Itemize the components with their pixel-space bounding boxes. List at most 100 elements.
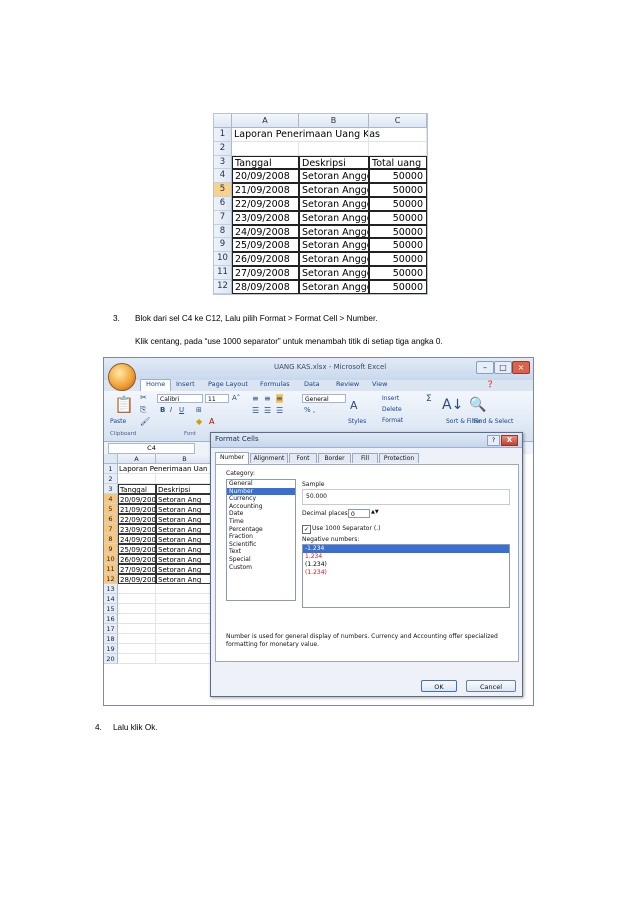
column-header-a[interactable]: A xyxy=(118,454,156,464)
table-cell[interactable]: 28/09/2008 xyxy=(232,279,299,294)
header-cell[interactable]: Tanggal xyxy=(232,155,299,170)
grid-cell-b[interactable] xyxy=(156,624,214,634)
category-item[interactable]: Number xyxy=(227,487,295,496)
ok-button[interactable]: OK xyxy=(421,680,457,692)
font-name-box[interactable]: Calibri xyxy=(157,394,203,403)
column-header-b[interactable]: B xyxy=(156,454,214,464)
grid-cell-b[interactable] xyxy=(156,474,214,484)
tab-font[interactable]: Font xyxy=(289,453,317,463)
autosum-icon[interactable]: Σ xyxy=(426,394,432,404)
column-header-b[interactable]: B xyxy=(299,114,369,128)
align-left-icon[interactable]: ☰ xyxy=(252,406,259,415)
tab-protection[interactable]: Protection xyxy=(379,453,419,463)
grid-cell-b[interactable]: Setoran Ang xyxy=(156,524,214,534)
grid-cell-a[interactable] xyxy=(118,584,156,594)
table-cell[interactable]: 50000 xyxy=(369,252,427,266)
grid-cell-a[interactable] xyxy=(118,634,156,644)
cell[interactable] xyxy=(232,141,299,156)
table-cell[interactable]: Setoran Anggota xyxy=(299,183,369,197)
grid-cell-a[interactable] xyxy=(118,604,156,614)
grid-cell-a[interactable] xyxy=(118,654,156,664)
grid-cell-a[interactable] xyxy=(118,594,156,604)
find-icon[interactable]: 🔍 xyxy=(469,397,486,413)
fill-color-icon[interactable]: ◆ xyxy=(196,417,202,426)
grow-font-icon[interactable]: A˄ xyxy=(232,394,240,402)
name-box[interactable]: C4 xyxy=(108,443,195,454)
row-header[interactable]: 12 xyxy=(214,279,232,294)
tab-page-layout[interactable]: Page Layout xyxy=(208,380,248,388)
row-header[interactable]: 12 xyxy=(104,574,118,584)
table-cell[interactable]: Setoran Anggota xyxy=(299,169,369,184)
category-item[interactable]: Special xyxy=(227,556,295,564)
category-item[interactable]: Scientific xyxy=(227,541,295,549)
table-cell[interactable]: Setoran Anggota xyxy=(299,197,369,211)
grid-cell-a[interactable] xyxy=(118,624,156,634)
italic-icon[interactable]: I xyxy=(170,406,172,414)
grid-cell-b[interactable] xyxy=(156,594,214,604)
table-cell[interactable]: 50000 xyxy=(369,279,427,294)
category-item[interactable]: General xyxy=(227,480,295,488)
row-header[interactable]: 13 xyxy=(104,584,118,594)
wrap-text-icon[interactable]: ≡ xyxy=(276,394,283,403)
grid-cell-b[interactable]: Deskripsi xyxy=(156,484,214,494)
use-1000-separator-checkbox[interactable]: ✓ xyxy=(302,525,311,534)
row-header[interactable]: 8 xyxy=(104,534,118,544)
insert-cells-button[interactable]: Insert xyxy=(382,395,399,402)
table-cell[interactable]: Setoran Anggota xyxy=(299,224,369,239)
align-middle-icon[interactable]: ≡ xyxy=(264,394,271,403)
tab-formulas[interactable]: Formulas xyxy=(260,380,290,388)
row-header[interactable]: 6 xyxy=(214,197,232,211)
category-item[interactable]: Currency xyxy=(227,495,295,503)
table-cell[interactable]: 50000 xyxy=(369,183,427,197)
align-center-icon[interactable]: ☰ xyxy=(264,406,271,415)
number-format-box[interactable]: General xyxy=(302,394,346,403)
select-all-corner[interactable] xyxy=(214,114,232,128)
row-header[interactable]: 2 xyxy=(214,141,232,156)
row-header[interactable]: 4 xyxy=(104,494,118,504)
row-header[interactable]: 5 xyxy=(214,183,232,197)
table-cell[interactable]: 25/09/2008 xyxy=(232,238,299,253)
dialog-close-button[interactable]: X xyxy=(501,435,518,446)
title-cell[interactable]: Laporan Penerimaan Uang Kas xyxy=(232,128,380,142)
table-cell[interactable]: 21/09/2008 xyxy=(232,183,299,197)
styles-label[interactable]: Styles xyxy=(348,418,366,425)
table-cell[interactable]: Setoran Anggota xyxy=(299,279,369,294)
table-cell[interactable]: 24/09/2008 xyxy=(232,224,299,239)
borders-icon[interactable]: ⊞ xyxy=(196,406,202,414)
cancel-button[interactable]: Cancel xyxy=(466,680,516,692)
cell[interactable] xyxy=(369,141,427,156)
paste-label[interactable]: Paste xyxy=(110,418,126,425)
delete-cells-button[interactable]: Delete xyxy=(382,406,402,413)
table-cell[interactable]: Setoran Anggota xyxy=(299,252,369,266)
row-header[interactable]: 16 xyxy=(104,614,118,624)
table-cell[interactable]: 50000 xyxy=(369,238,427,253)
tab-review[interactable]: Review xyxy=(336,380,359,388)
tab-number[interactable]: Number xyxy=(215,452,249,464)
negative-number-option[interactable]: -1.234 xyxy=(303,545,509,553)
tab-fill[interactable]: Fill xyxy=(352,453,378,463)
table-cell[interactable]: Setoran Anggota xyxy=(299,238,369,253)
format-painter-icon[interactable]: 🖌 xyxy=(140,417,150,426)
find-select-label[interactable]: Find & Select xyxy=(474,418,513,425)
row-header[interactable]: 6 xyxy=(104,514,118,524)
column-header-a[interactable]: A xyxy=(232,114,299,128)
grid-cell-b[interactable] xyxy=(156,634,214,644)
category-list[interactable]: General Number Currency Accounting Date Time P… xyxy=(226,479,296,601)
bold-icon[interactable]: B xyxy=(160,406,165,414)
row-header[interactable]: 17 xyxy=(104,624,118,634)
underline-icon[interactable]: U xyxy=(179,406,184,414)
tab-insert[interactable]: Insert xyxy=(176,380,195,388)
row-header[interactable]: 19 xyxy=(104,644,118,654)
grid-cell-b[interactable]: Setoran Ang xyxy=(156,574,214,584)
row-header[interactable]: 4 xyxy=(214,169,232,184)
grid-cell-b[interactable] xyxy=(156,654,214,664)
grid-cell-a[interactable]: Tanggal xyxy=(118,484,156,494)
copy-icon[interactable]: ⎘ xyxy=(140,405,146,415)
category-item[interactable]: Fraction xyxy=(227,533,295,541)
row-header[interactable]: 5 xyxy=(104,504,118,514)
maximize-button[interactable]: □ xyxy=(494,361,512,374)
decimal-spinner-icon[interactable]: ▲▼ xyxy=(371,509,379,515)
cell[interactable] xyxy=(299,141,369,156)
grid-cell-b[interactable] xyxy=(156,604,214,614)
row-header[interactable]: 9 xyxy=(214,238,232,253)
